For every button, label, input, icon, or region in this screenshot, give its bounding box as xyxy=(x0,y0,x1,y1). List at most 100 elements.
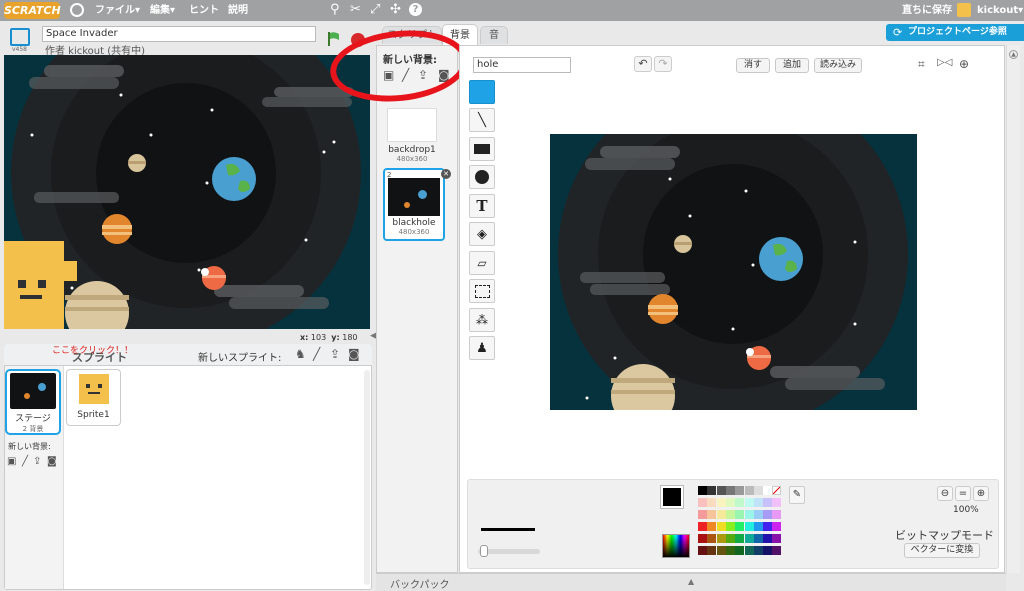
help-icon[interactable]: ? xyxy=(409,3,422,16)
project-title-input[interactable]: Space Invader xyxy=(42,26,316,42)
redo-icon[interactable]: ↷ xyxy=(654,56,672,72)
palette-swatch[interactable] xyxy=(735,534,745,543)
palette-swatch[interactable] xyxy=(716,522,726,531)
green-flag-icon[interactable] xyxy=(327,31,341,46)
scroll-up-icon[interactable]: ▲ xyxy=(1009,50,1018,59)
palette-swatch[interactable] xyxy=(763,510,773,519)
zoom-out-icon[interactable]: ⊖ xyxy=(937,486,953,501)
menu-hints[interactable]: ヒント xyxy=(189,3,219,18)
delete-backdrop-icon[interactable]: ✕ xyxy=(441,169,451,179)
palette-swatch[interactable] xyxy=(753,486,763,495)
convert-to-vector-button[interactable]: ベクターに変換 xyxy=(904,543,980,558)
line-width-slider-handle[interactable] xyxy=(480,545,488,557)
palette-swatch[interactable] xyxy=(707,510,717,519)
menu-edit[interactable]: 編集▾ xyxy=(150,3,175,18)
upload-sprite-icon[interactable]: ⇪ xyxy=(330,347,340,361)
palette-swatch[interactable] xyxy=(725,510,735,519)
palette-swatch[interactable] xyxy=(753,510,763,519)
eyedropper-tool[interactable]: ✎ xyxy=(789,486,805,504)
palette-swatch[interactable] xyxy=(707,522,717,531)
palette-swatch[interactable] xyxy=(707,534,717,543)
tab-sounds[interactable]: 音 xyxy=(480,26,508,44)
globe-icon[interactable] xyxy=(70,3,84,17)
color-picker-gradient[interactable] xyxy=(662,534,690,558)
stage-backdrop-paint-icon[interactable]: ╱ xyxy=(22,456,28,467)
stage-canvas[interactable] xyxy=(4,55,370,329)
palette-swatch[interactable] xyxy=(725,546,735,555)
palette-swatch[interactable] xyxy=(698,534,707,543)
palette-swatch[interactable] xyxy=(716,486,726,495)
text-tool[interactable]: T xyxy=(469,194,495,218)
palette-swatch[interactable] xyxy=(772,546,782,555)
palette-swatch[interactable] xyxy=(735,546,745,555)
paint-sprite-icon[interactable]: ╱ xyxy=(313,347,320,361)
palette-swatch[interactable] xyxy=(772,510,782,519)
palette-swatch[interactable] xyxy=(698,510,707,519)
palette-swatch[interactable] xyxy=(763,498,773,507)
magic-wand-tool[interactable]: ⁂ xyxy=(469,308,495,332)
stage-backdrop-camera-icon[interactable]: ◙ xyxy=(47,456,57,467)
stamp-tool[interactable]: ♟ xyxy=(469,336,495,360)
backpack-expand-icon[interactable]: ▲ xyxy=(688,577,694,586)
palette-swatch[interactable] xyxy=(725,486,735,495)
palette-swatch[interactable] xyxy=(772,534,782,543)
primary-color-swatch[interactable] xyxy=(661,486,683,508)
save-now-link[interactable]: 直ちに保存 xyxy=(902,3,952,18)
editor-scrollbar[interactable] xyxy=(1006,45,1020,573)
menu-about[interactable]: 説明 xyxy=(228,3,248,18)
palette-swatch[interactable] xyxy=(772,498,782,507)
backdrop-item-2[interactable]: 2 blackhole 480x360 xyxy=(383,168,445,241)
fullscreen-button[interactable] xyxy=(10,28,30,46)
zoom-in-icon[interactable]: ⊕ xyxy=(973,486,989,501)
sprite-pane-scrollbar[interactable] xyxy=(364,370,370,585)
choose-sprite-icon[interactable]: ♞ xyxy=(295,347,306,361)
palette-swatch[interactable] xyxy=(725,534,735,543)
palette-swatch[interactable] xyxy=(744,522,754,531)
undo-icon[interactable]: ↶ xyxy=(634,56,652,72)
eraser-tool[interactable]: ▱ xyxy=(469,251,495,275)
import-button[interactable]: 読み込み xyxy=(814,58,862,73)
user-avatar[interactable] xyxy=(957,3,971,17)
stage-backdrop-upload-icon[interactable]: ⇪ xyxy=(33,456,41,467)
palette-swatch[interactable] xyxy=(763,522,773,531)
transparent-swatch[interactable] xyxy=(772,486,782,495)
menu-file[interactable]: ファイル▾ xyxy=(95,3,140,18)
brush-tool[interactable] xyxy=(469,80,495,104)
palette-swatch[interactable] xyxy=(735,498,745,507)
costume-name-input[interactable]: hole xyxy=(473,57,571,73)
fill-tool[interactable]: ◈ xyxy=(469,222,495,246)
palette-swatch[interactable] xyxy=(735,486,745,495)
palette-swatch[interactable] xyxy=(744,510,754,519)
palette-swatch[interactable] xyxy=(753,522,763,531)
palette-swatch[interactable] xyxy=(698,498,707,507)
palette-swatch[interactable] xyxy=(716,546,726,555)
palette-swatch[interactable] xyxy=(698,546,707,555)
palette-swatch[interactable] xyxy=(772,522,782,531)
shrink-tool-icon[interactable]: ✣ xyxy=(390,2,401,17)
palette-swatch[interactable] xyxy=(735,522,745,531)
clear-button[interactable]: 消す xyxy=(736,58,770,73)
palette-swatch[interactable] xyxy=(744,534,754,543)
palette-swatch[interactable] xyxy=(716,510,726,519)
user-menu[interactable]: kickout▾ xyxy=(977,3,1023,18)
palette-swatch[interactable] xyxy=(763,486,773,495)
palette-swatch[interactable] xyxy=(744,486,754,495)
palette-swatch[interactable] xyxy=(707,498,717,507)
palette-swatch[interactable] xyxy=(725,498,735,507)
delete-tool-icon[interactable]: ✂ xyxy=(350,2,361,17)
sprite1-thumbnail[interactable]: Sprite1 xyxy=(66,369,121,426)
zoom-reset-icon[interactable]: = xyxy=(955,486,971,501)
palette-swatch[interactable] xyxy=(716,498,726,507)
palette-swatch[interactable] xyxy=(753,546,763,555)
palette-swatch[interactable] xyxy=(744,546,754,555)
set-center-icon[interactable]: ⊕ xyxy=(959,57,969,71)
palette-swatch[interactable] xyxy=(753,498,763,507)
backdrop-item-1[interactable]: backdrop1 480x360 xyxy=(383,104,441,163)
stage-backdrop-image-icon[interactable]: ▣ xyxy=(7,456,16,467)
camera-sprite-icon[interactable]: ◙ xyxy=(348,347,360,361)
palette-swatch[interactable] xyxy=(735,510,745,519)
palette-swatch[interactable] xyxy=(725,522,735,531)
select-tool[interactable] xyxy=(469,279,495,303)
stage-thumbnail[interactable]: ステージ 2 背景 xyxy=(5,369,61,435)
color-palette[interactable] xyxy=(698,486,782,558)
